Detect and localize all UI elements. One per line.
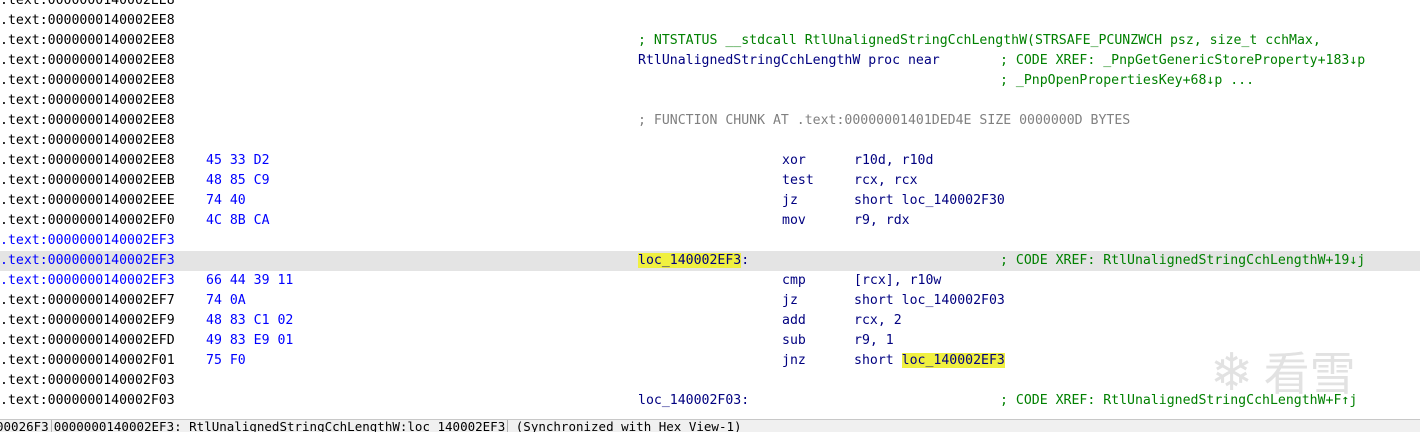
line-address[interactable]: .text:0000000140002EFD — [0, 331, 175, 351]
disasm-line[interactable]: .text:0000000140002EE8 ; FUNCTION CHUNK A… — [0, 111, 1420, 131]
line-address[interactable]: .text:0000000140002EF3 — [0, 231, 175, 251]
line-address[interactable]: .text:0000000140002EE8 — [0, 91, 175, 111]
line-address[interactable]: .text:0000000140002EE8 — [0, 51, 175, 71]
opcode-bytes: 74 0A — [206, 293, 246, 308]
disasm-line[interactable]: .text:0000000140002EE8 RtlUnalignedString… — [0, 51, 1420, 71]
line-comment: ; NTSTATUS __stdcall RtlUnalignedStringC… — [638, 33, 1321, 48]
instruction-operands[interactable]: short loc_140002F03 — [854, 291, 1005, 311]
disasm-line[interactable]: .text:0000000140002EE8 — [0, 11, 1420, 31]
line-address[interactable]: .text:0000000140002EF3 — [0, 251, 175, 271]
opcode-bytes: 75 F0 — [206, 353, 246, 368]
disasm-line[interactable]: .text:0000000140002F01 75 F0 jnz short loc_… — [0, 351, 1420, 371]
disasm-line[interactable]: .text:0000000140002EE8 ; NTSTATUS __stdca… — [0, 31, 1420, 51]
line-address[interactable]: .text:0000000140002F03 — [0, 391, 175, 411]
snowflake-icon: ❄ — [1210, 343, 1254, 403]
instruction-mnemonic: xor — [782, 153, 806, 168]
status-sync: (Synchronized with Hex View-1) — [515, 419, 742, 432]
opcode-bytes: 49 83 E9 01 — [206, 333, 294, 348]
line-address[interactable]: .text:0000000140002EE8 — [0, 0, 175, 11]
line-address[interactable]: .text:0000000140002F03 — [0, 371, 175, 391]
highlighted-identifier[interactable]: loc_140002EF3 — [901, 353, 1005, 368]
xref-comment[interactable]: ; CODE XREF: _PnpGetGenericStoreProperty… — [1000, 51, 1365, 71]
instruction-mnemonic: add — [782, 313, 806, 328]
line-address[interactable]: .text:0000000140002EE8 — [0, 11, 175, 31]
line-address[interactable]: .text:0000000140002EE8 — [0, 151, 175, 171]
status-location[interactable]: 0000000140002EF3: RtlUnalignedStringCchL… — [52, 420, 509, 432]
line-address[interactable]: .text:0000000140002EE8 — [0, 71, 175, 91]
opcode-bytes: 45 33 D2 — [206, 153, 270, 168]
disasm-line[interactable]: .text:0000000140002F03 loc_140002F03:; CO… — [0, 391, 1420, 411]
line-address[interactable]: .text:0000000140002EF7 — [0, 291, 175, 311]
instruction-mnemonic: jz — [782, 293, 798, 308]
line-address[interactable]: .text:0000000140002EF9 — [0, 311, 175, 331]
line-address[interactable]: .text:0000000140002F01 — [0, 351, 175, 371]
status-offset: 00026F3 — [0, 420, 52, 432]
disasm-line[interactable]: .text:0000000140002EF9 48 83 C1 02 add rcx,… — [0, 311, 1420, 331]
instruction-operands[interactable]: r9, rdx — [854, 211, 910, 231]
disasm-line[interactable]: .text:0000000140002EF7 74 0A jz short loc_1… — [0, 291, 1420, 311]
opcode-bytes: 48 83 C1 02 — [206, 313, 294, 328]
instruction-operands[interactable]: r10d, r10d — [854, 151, 933, 171]
watermark-text: 看雪 — [1263, 347, 1356, 401]
disasm-line[interactable]: .text:0000000140002F03 — [0, 371, 1420, 391]
function-label[interactable]: RtlUnalignedStringCchLengthW proc near — [638, 51, 940, 71]
disasm-line[interactable]: .text:0000000140002EEB 48 85 C9 test rcx, r… — [0, 171, 1420, 191]
line-address[interactable]: .text:0000000140002EEE — [0, 191, 175, 211]
instruction-mnemonic: sub — [782, 333, 806, 348]
disasm-line[interactable]: .text:0000000140002EF3 loc_140002EF3: ; CO… — [0, 251, 1420, 271]
opcode-bytes: 48 85 C9 — [206, 173, 270, 188]
line-address[interactable]: .text:0000000140002EEB — [0, 171, 175, 191]
xref-comment[interactable]: ; CODE XREF: RtlUnalignedStringCchLength… — [1000, 251, 1365, 271]
instruction-mnemonic: cmp — [782, 273, 806, 288]
instruction-operands[interactable]: r9, 1 — [854, 331, 894, 351]
disasm-line[interactable]: .text:0000000140002EE8 45 33 D2 xor r10d, r… — [0, 151, 1420, 171]
instruction-operands[interactable]: rcx, rcx — [854, 171, 918, 191]
disasm-line[interactable]: .text:0000000140002EE8 ; _PnpOpenProperti… — [0, 71, 1420, 91]
disasm-line[interactable]: .text:0000000140002EFD 49 83 E9 01 sub r9, … — [0, 331, 1420, 351]
instruction-operands[interactable]: short loc_140002EF3 — [854, 351, 1005, 371]
disasm-line[interactable]: .text:0000000140002EE8 — [0, 131, 1420, 151]
instruction-operands[interactable]: short loc_140002F30 — [854, 191, 1005, 211]
disasm-line[interactable]: .text:0000000140002EE8 — [0, 0, 1420, 11]
line-address[interactable]: .text:0000000140002EF3 — [0, 271, 175, 291]
disasm-line[interactable]: .text:0000000140002EF0 4C 8B CA mov r9, rdx — [0, 211, 1420, 231]
line-address[interactable]: .text:0000000140002EE8 — [0, 131, 175, 151]
instruction-mnemonic: mov — [782, 213, 806, 228]
opcode-bytes: 66 44 39 11 — [206, 273, 294, 288]
watermark: ❄ 看雪 — [1210, 338, 1410, 408]
line-address[interactable]: .text:0000000140002EE8 — [0, 111, 175, 131]
instruction-operands[interactable]: [rcx], r10w — [854, 271, 941, 291]
disasm-line[interactable]: .text:0000000140002EE8 — [0, 91, 1420, 111]
disasm-line[interactable]: .text:0000000140002EEE 74 40 jz short loc_1… — [0, 191, 1420, 211]
line-address[interactable]: .text:0000000140002EF0 — [0, 211, 175, 231]
code-label[interactable]: loc_140002F03: — [638, 391, 749, 411]
disasm-line[interactable]: .text:0000000140002EF3 66 44 39 11 cmp [rcx… — [0, 271, 1420, 291]
disassembly-view[interactable]: .text:0000000140002EE8 .text:000000014000… — [0, 0, 1420, 432]
opcode-bytes: 74 40 — [206, 193, 246, 208]
highlighted-identifier[interactable]: loc_140002EF3 — [638, 253, 742, 268]
xref-comment[interactable]: ; _PnpOpenPropertiesKey+68↓p ... — [1000, 71, 1254, 91]
line-comment: ; FUNCTION CHUNK AT .text:00000001401DED… — [638, 113, 1131, 128]
instruction-mnemonic: test — [782, 173, 814, 188]
instruction-operands[interactable]: rcx, 2 — [854, 311, 902, 331]
code-label[interactable]: loc_140002EF3: — [638, 251, 749, 271]
opcode-bytes: 4C 8B CA — [206, 213, 270, 228]
instruction-mnemonic: jnz — [782, 353, 806, 368]
instruction-mnemonic: jz — [782, 193, 798, 208]
status-bar: 00026F3 0000000140002EF3: RtlUnalignedStr… — [0, 419, 1420, 432]
line-address[interactable]: .text:0000000140002EE8 — [0, 31, 175, 51]
disasm-line[interactable]: .text:0000000140002EF3 — [0, 231, 1420, 251]
